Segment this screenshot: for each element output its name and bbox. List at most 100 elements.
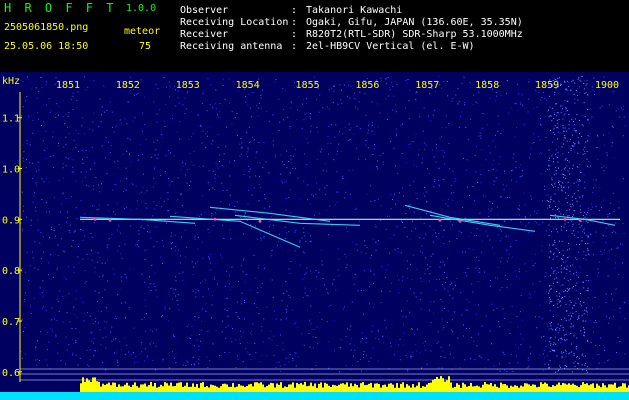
level-bar (418, 382, 420, 392)
level-bar (228, 386, 230, 392)
level-bar (328, 385, 330, 392)
info-sep-antenna: : (291, 41, 298, 52)
level-bar (286, 387, 288, 392)
level-bar (498, 387, 500, 392)
level-bar (478, 386, 480, 392)
level-bar (198, 387, 200, 392)
info-label-location: Receiving Location (180, 17, 289, 28)
info-value-receiver: R820T2(RTL-SDR) SDR-Sharp 53.1000MHz (306, 29, 523, 40)
level-bar (500, 382, 502, 392)
level-bar (270, 382, 272, 392)
level-bar (558, 382, 560, 392)
level-bar (592, 383, 594, 392)
level-bar (84, 381, 86, 392)
level-bar (284, 386, 286, 392)
level-bar (566, 384, 568, 392)
level-bar (606, 387, 608, 392)
level-bar (514, 385, 516, 392)
x-tick-label: 1900 (595, 80, 619, 91)
level-bar (118, 384, 120, 392)
level-bar (458, 384, 460, 392)
level-bar (436, 377, 438, 392)
level-bar (296, 382, 298, 392)
app-version: 1.0.0 (126, 3, 157, 14)
level-bar (442, 378, 444, 392)
level-bar (254, 382, 256, 392)
level-bar (276, 383, 278, 392)
level-bar (408, 385, 410, 392)
level-bar (420, 387, 422, 392)
level-bar (358, 387, 360, 392)
level-bar (162, 386, 164, 392)
level-bar (572, 383, 574, 392)
echo-peak (578, 218, 582, 222)
level-bar (516, 385, 518, 392)
level-bar (524, 383, 526, 392)
level-bar (554, 386, 556, 392)
level-bar (88, 380, 90, 392)
level-bar (588, 385, 590, 392)
info-value-antenna: 2el-HB9CV Vertical (el. E-W) (306, 41, 475, 52)
level-bar (594, 387, 596, 392)
level-bar (608, 384, 610, 392)
info-label-receiver: Receiver (180, 29, 229, 40)
level-bar (86, 378, 88, 392)
level-bar (412, 384, 414, 392)
info-value-location: Ogaki, Gifu, JAPAN (136.60E, 35.35N) (306, 17, 523, 28)
level-bar (256, 382, 258, 392)
y-tick-label: 1.1 (2, 114, 20, 125)
level-bar (362, 382, 364, 392)
level-bar (400, 383, 402, 392)
meteor-label: meteor (124, 26, 161, 37)
level-bar (316, 387, 318, 392)
level-bar (260, 382, 262, 392)
level-bar (380, 387, 382, 392)
level-bar (248, 384, 250, 392)
level-bar (390, 383, 392, 392)
level-bar (586, 383, 588, 392)
level-bar (282, 387, 284, 392)
y-tick-label: 0.8 (2, 266, 20, 277)
level-bar (492, 386, 494, 392)
level-bar (416, 385, 418, 392)
level-bar (578, 387, 580, 392)
level-bar (520, 385, 522, 392)
level-bar (618, 386, 620, 392)
level-bar (96, 381, 98, 392)
level-bar (338, 384, 340, 392)
level-bar (386, 386, 388, 392)
level-bar (598, 385, 600, 392)
level-bar (432, 379, 434, 392)
level-bar (440, 376, 442, 392)
level-bar (626, 387, 628, 392)
level-bar (110, 385, 112, 392)
level-bar (318, 383, 320, 392)
level-bar (446, 380, 448, 392)
level-bar (454, 386, 456, 392)
level-bar (150, 382, 152, 392)
level-bar (246, 386, 248, 392)
level-bar (342, 383, 344, 392)
echo-peak (438, 218, 442, 222)
app-title: H R O F F T (4, 1, 117, 15)
level-bar (614, 382, 616, 392)
level-bar (518, 387, 520, 392)
level-bar (450, 382, 452, 392)
echo-peak (258, 219, 262, 223)
level-bar (580, 385, 582, 392)
level-bar (470, 383, 472, 392)
level-bar (100, 386, 102, 392)
info-sep-receiver: : (291, 29, 298, 40)
level-bar (182, 387, 184, 392)
level-bar (196, 384, 198, 392)
level-bar (192, 383, 194, 392)
level-bar (262, 384, 264, 392)
level-bar (550, 387, 552, 392)
level-bar (130, 387, 132, 392)
level-bar (108, 382, 110, 392)
level-bar (556, 384, 558, 392)
level-bar (230, 386, 232, 392)
level-bar (128, 385, 130, 392)
level-bar (114, 382, 116, 392)
level-bar (574, 384, 576, 392)
